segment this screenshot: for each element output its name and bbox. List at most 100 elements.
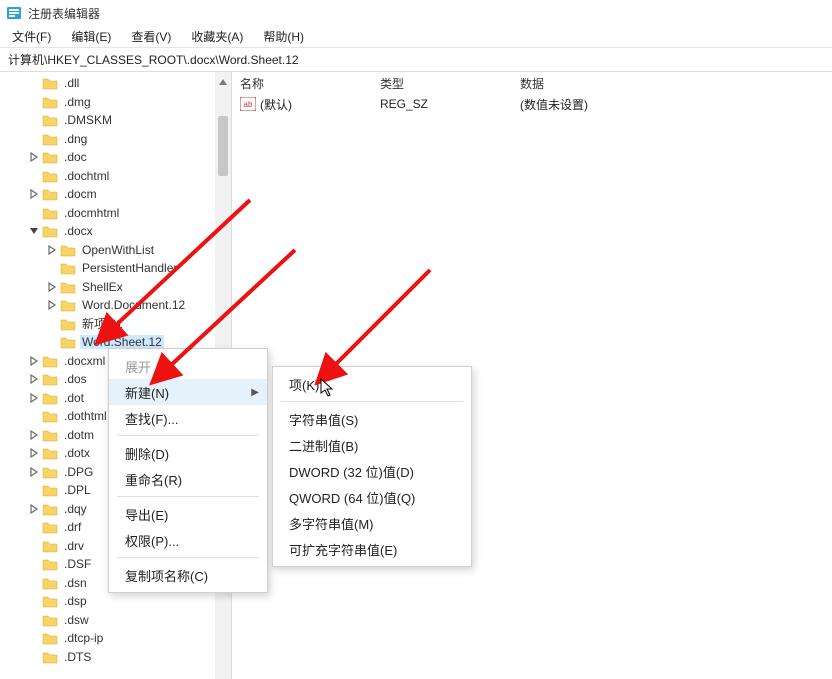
context-menu: 展开 新建(N) ▶ 查找(F)... 删除(D) 重命名(R) 导出(E) 权… [108,348,268,593]
tree-item[interactable]: .doc [0,148,215,167]
tree-item-label: .dqy [62,502,89,516]
menu-edit[interactable]: 编辑(E) [63,26,119,47]
tree-item-label: .DSF [62,557,93,571]
tree-twisty-icon[interactable] [46,244,58,256]
col-type[interactable]: 类型 [372,75,512,92]
tree-twisty-icon[interactable] [28,373,40,385]
ctx-dword[interactable]: DWORD (32 位)值(D) [273,458,471,484]
ctx-string[interactable]: 字符串值(S) [273,406,471,432]
menu-fav[interactable]: 收藏夹(A) [183,26,251,47]
tree-item[interactable]: .DMSKM [0,111,215,130]
ctx-expand[interactable]: 展开 [109,353,267,379]
tree-item-label: .dos [62,372,89,386]
tree-item-label: Word.Document.12 [80,298,187,312]
tree-item[interactable]: .docx [0,222,215,241]
ctx-copyname[interactable]: 复制项名称(C) [109,562,267,588]
folder-icon [42,650,58,664]
ctx-find[interactable]: 查找(F)... [109,405,267,431]
ctx-export[interactable]: 导出(E) [109,501,267,527]
tree-item-label: .dotx [62,446,92,460]
folder-icon [42,113,58,127]
folder-icon [42,409,58,423]
tree-twisty-icon[interactable] [28,225,40,237]
tree-item-label: .DPL [62,483,93,497]
scroll-thumb[interactable] [218,116,228,176]
tree-twisty-icon[interactable] [28,355,40,367]
tree-item[interactable]: 新项 #1 [0,315,215,334]
tree-twisty-icon[interactable] [28,503,40,515]
tree-item[interactable]: .dsp [0,592,215,611]
ctx-expandsz[interactable]: 可扩充字符串值(E) [273,536,471,562]
folder-icon [42,354,58,368]
folder-icon [60,261,76,275]
folder-icon [42,539,58,553]
tree-item[interactable]: .dtcp-ip [0,629,215,648]
list-header[interactable]: 名称 类型 数据 [232,72,832,94]
tree-item[interactable]: .DTS [0,648,215,667]
menu-view[interactable]: 查看(V) [123,26,179,47]
tree-item[interactable]: PersistentHandler [0,259,215,278]
tree-item-label: .dll [62,76,81,90]
list-row[interactable]: ab (默认) REG_SZ (数值未设置) [232,94,832,114]
tree-item[interactable]: OpenWithList [0,241,215,260]
tree-item-label: ShellEx [80,280,125,294]
folder-icon [42,372,58,386]
tree-item-label: .dothtml [62,409,109,423]
ctx-qword[interactable]: QWORD (64 位)值(Q) [273,484,471,510]
tree-twisty-icon[interactable] [28,429,40,441]
tree-twisty-icon[interactable] [46,281,58,293]
folder-icon [42,132,58,146]
folder-icon [42,465,58,479]
tree-item-label: .dsn [62,576,89,590]
ctx-key[interactable]: 项(K) [273,371,471,397]
menu-bar: 文件(F) 编辑(E) 查看(V) 收藏夹(A) 帮助(H) [0,26,832,48]
folder-icon [42,520,58,534]
string-value-icon: ab [240,97,256,111]
tree-item[interactable]: .dll [0,74,215,93]
tree-twisty-icon[interactable] [28,151,40,163]
tree-item[interactable]: .dmg [0,93,215,112]
tree-twisty-icon[interactable] [46,299,58,311]
tree-twisty-icon[interactable] [28,447,40,459]
window-title: 注册表编辑器 [28,5,100,22]
ctx-new[interactable]: 新建(N) ▶ [109,379,267,405]
menu-file[interactable]: 文件(F) [4,26,59,47]
tree-item-label: .docx [62,224,95,238]
tree-item-label: .dsp [62,594,89,608]
ctx-perm[interactable]: 权限(P)... [109,527,267,553]
folder-icon [42,76,58,90]
menu-help[interactable]: 帮助(H) [255,26,312,47]
tree-item-label: .doc [62,150,89,164]
tree-twisty-icon[interactable] [28,392,40,404]
svg-text:ab: ab [244,100,253,109]
tree-item-label: .dtcp-ip [62,631,105,645]
tree-item-label: .dmg [62,95,93,109]
folder-icon [42,483,58,497]
row-data: (数值未设置) [512,96,832,113]
tree-item[interactable]: Word.Document.12 [0,296,215,315]
folder-icon [60,280,76,294]
col-name[interactable]: 名称 [232,75,372,92]
folder-icon [42,557,58,571]
tree-item[interactable]: .dochtml [0,167,215,186]
col-data[interactable]: 数据 [512,75,832,92]
folder-icon [42,613,58,627]
tree-item[interactable]: .docm [0,185,215,204]
regedit-app-icon [6,5,22,21]
address-bar[interactable]: 计算机\HKEY_CLASSES_ROOT\.docx\Word.Sheet.1… [0,48,832,72]
folder-icon [60,243,76,257]
folder-icon [42,576,58,590]
ctx-multisz[interactable]: 多字符串值(M) [273,510,471,536]
folder-icon [42,391,58,405]
tree-item[interactable]: .docmhtml [0,204,215,223]
tree-item[interactable]: .dsw [0,611,215,630]
scroll-up-icon[interactable] [218,75,228,85]
ctx-binary[interactable]: 二进制值(B) [273,432,471,458]
tree-twisty-icon[interactable] [28,188,40,200]
tree-item-label: .DTS [62,650,93,664]
tree-item[interactable]: .dng [0,130,215,149]
ctx-delete[interactable]: 删除(D) [109,440,267,466]
tree-twisty-icon[interactable] [28,466,40,478]
tree-item[interactable]: ShellEx [0,278,215,297]
ctx-rename[interactable]: 重命名(R) [109,466,267,492]
